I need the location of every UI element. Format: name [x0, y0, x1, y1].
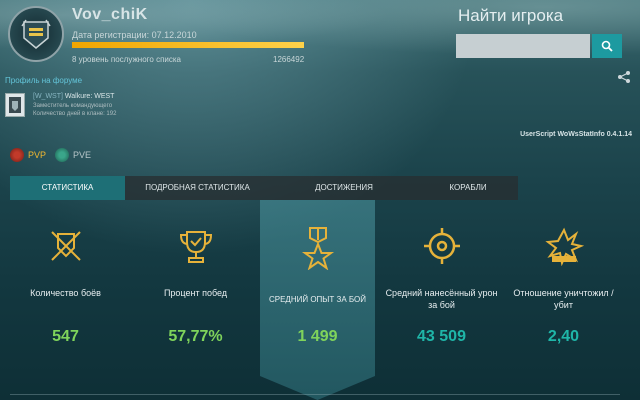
- crosshair-icon: [422, 226, 462, 271]
- clan-days: Количество дней в клане: 192: [33, 111, 117, 117]
- share-icon[interactable]: [617, 70, 631, 89]
- stat-avg-exp-label: СРЕДНИЙ ОПЫТ ЗА БОЙ: [268, 295, 367, 304]
- experience-total: 1266492: [273, 55, 305, 64]
- pvp-icon: [10, 148, 24, 162]
- service-record-level: 8 уровень послужного списка: [72, 55, 181, 64]
- find-player-title: Найти игрока: [458, 6, 564, 25]
- stat-avg-damage-label: Средний нанесённый урон за бой: [385, 288, 498, 310]
- userscript-version: UserScript WoWsStatInfo 0.4.1.14: [520, 131, 632, 138]
- explosion-icon: [544, 226, 584, 271]
- stats-cards: Количество боёв 547 Процент побед 57,77%…: [0, 200, 640, 400]
- tab-statistics[interactable]: СТАТИСТИКА: [10, 176, 125, 200]
- rank-emblem-icon: [8, 6, 64, 62]
- clan-emblem-icon: [5, 93, 25, 117]
- star-medal-icon: [298, 226, 338, 275]
- clan-title[interactable]: Walkure: WEST: [65, 93, 115, 100]
- stat-kd-ratio-value: 2,40: [547, 328, 580, 345]
- stat-kd-ratio-label: Отношение уничтожил / убит: [513, 288, 614, 310]
- mode-pve[interactable]: PVE: [55, 148, 91, 162]
- clan-tag[interactable]: [W_WST]: [33, 93, 63, 100]
- player-nickname: Vov_chiK: [72, 6, 148, 23]
- mode-pvp[interactable]: PVP: [10, 148, 46, 162]
- stat-win-rate: Процент побед 57,77%: [138, 200, 253, 400]
- pve-icon: [55, 148, 69, 162]
- search-icon: [601, 40, 613, 52]
- tab-achievements[interactable]: ДОСТИЖЕНИЯ: [270, 176, 418, 200]
- stat-kd-ratio: Отношение уничтожил / убит 2,40: [506, 200, 621, 400]
- stat-battles-label: Количество боёв: [30, 288, 101, 298]
- progress-fill: [72, 42, 304, 48]
- stat-battles: Количество боёв 547: [8, 200, 123, 400]
- forum-profile-link[interactable]: Профиль на форуме: [5, 76, 82, 85]
- crossed-swords-shield-icon: [46, 226, 86, 271]
- stat-win-rate-value: 57,77%: [168, 328, 223, 345]
- mode-pve-label: PVE: [73, 150, 92, 160]
- stat-avg-damage: Средний нанесённый урон за бой 43 509: [384, 200, 499, 400]
- stat-avg-damage-value: 43 509: [417, 328, 466, 345]
- stat-avg-exp: СРЕДНИЙ ОПЫТ ЗА БОЙ 1 499: [260, 200, 375, 400]
- trophy-cup-icon: [176, 226, 216, 271]
- registration-date: Дата регистрации: 07.12.2010: [72, 30, 197, 40]
- stat-win-rate-label: Процент побед: [163, 288, 228, 298]
- service-record-progress-bar: [72, 42, 304, 48]
- clan-name[interactable]: [W_WST] Walkure: WEST: [33, 93, 114, 100]
- stat-battles-value: 547: [52, 328, 79, 345]
- divider: [10, 394, 620, 395]
- clan-role: Заместитель командующего: [33, 103, 113, 109]
- tab-detailed-statistics[interactable]: ПОДРОБНАЯ СТАТИСТИКА: [125, 176, 270, 200]
- mode-pvp-label: PVP: [28, 150, 47, 160]
- player-search-input[interactable]: [456, 34, 590, 58]
- stats-tabs: СТАТИСТИКА ПОДРОБНАЯ СТАТИСТИКА ДОСТИЖЕН…: [10, 176, 518, 200]
- tab-ships[interactable]: КОРАБЛИ: [418, 176, 518, 200]
- stat-avg-exp-value: 1 499: [297, 328, 338, 345]
- search-button[interactable]: [592, 34, 622, 58]
